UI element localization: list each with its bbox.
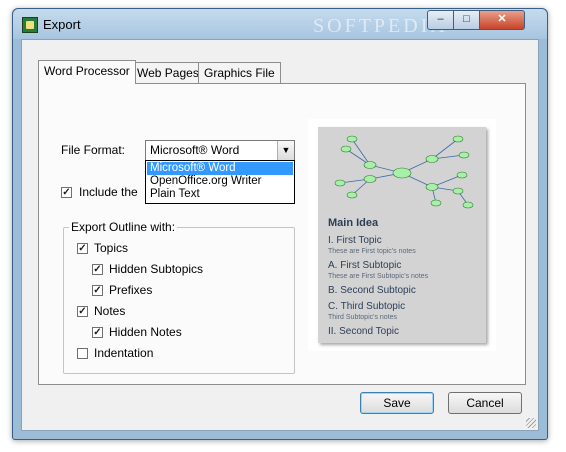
preview-line-2: A. First Subtopic: [328, 260, 402, 271]
resize-grip-icon[interactable]: [526, 418, 536, 428]
preview-line-5: II. Second Topic: [328, 326, 399, 337]
window-title: Export: [43, 17, 81, 32]
hidden-subtopics-label: Hidden Subtopics: [109, 262, 204, 276]
app-icon: [22, 17, 38, 33]
preview-note-1: These are First topic's notes: [328, 248, 416, 255]
topics-label: Topics: [94, 241, 129, 255]
preview-page: Main Idea I. First Topic These are First…: [318, 127, 486, 343]
title-bar[interactable]: Export SOFTPEDIA – □ ✕: [13, 9, 547, 39]
preview-main-idea: Main Idea: [328, 217, 379, 229]
hidden-notes-label: Hidden Notes: [109, 325, 182, 339]
include-checkbox[interactable]: ✓: [61, 187, 72, 198]
topics-checkbox[interactable]: ✓: [77, 243, 88, 254]
hidden-subtopics-checkbox[interactable]: ✓: [92, 264, 103, 275]
export-dialog: Export SOFTPEDIA – □ ✕ Word Processor We…: [12, 8, 548, 440]
tab-graphics-file[interactable]: Graphics File: [198, 62, 281, 83]
file-format-selected-value: Microsoft® Word: [150, 143, 240, 157]
tab-word-processor[interactable]: Word Processor: [38, 60, 136, 84]
file-format-select[interactable]: Microsoft® Word ▼: [145, 140, 295, 161]
preview-note-2: These are First Subtopic's notes: [328, 273, 429, 280]
indentation-label: Indentation: [94, 346, 154, 360]
preview-line-3: B. Second Subtopic: [328, 285, 416, 296]
notes-label: Notes: [94, 304, 126, 318]
save-button[interactable]: Save: [360, 392, 434, 414]
cancel-button[interactable]: Cancel: [448, 392, 522, 414]
export-preview: Main Idea I. First Topic These are First…: [308, 119, 496, 351]
export-outline-legend: Export Outline with:: [69, 220, 178, 234]
tab-web-pages[interactable]: Web Pages: [131, 62, 205, 83]
prefixes-checkbox[interactable]: ✓: [92, 285, 103, 296]
indentation-checkbox[interactable]: [77, 348, 88, 359]
option-plain-text[interactable]: Plain Text: [147, 188, 293, 201]
notes-checkbox[interactable]: ✓: [77, 306, 88, 317]
preview-line-1: I. First Topic: [328, 235, 382, 246]
prefixes-label: Prefixes: [109, 283, 153, 297]
mind-map-thumbnail: [334, 135, 474, 209]
preview-line-4: C. Third Subtopic: [328, 301, 406, 312]
file-format-dropdown: Microsoft® Word OpenOffice.org Writer Pl…: [145, 160, 295, 204]
chevron-down-icon[interactable]: ▼: [277, 141, 294, 160]
option-openoffice-writer[interactable]: OpenOffice.org Writer: [147, 175, 293, 188]
include-checkbox-label: Include the: [79, 185, 138, 199]
hidden-notes-checkbox[interactable]: ✓: [92, 327, 103, 338]
word-processor-panel: File Format: Microsoft® Word ▼ Microsoft…: [38, 83, 526, 385]
close-button[interactable]: ✕: [479, 10, 525, 30]
option-microsoft-word[interactable]: Microsoft® Word: [147, 162, 293, 175]
maximize-button[interactable]: □: [453, 10, 480, 30]
file-format-label: File Format:: [61, 143, 126, 157]
dialog-body: Word Processor Web Pages Graphics File F…: [21, 39, 539, 431]
preview-note-4: Third Subtopic's notes: [328, 314, 398, 321]
minimize-button[interactable]: –: [427, 10, 454, 30]
